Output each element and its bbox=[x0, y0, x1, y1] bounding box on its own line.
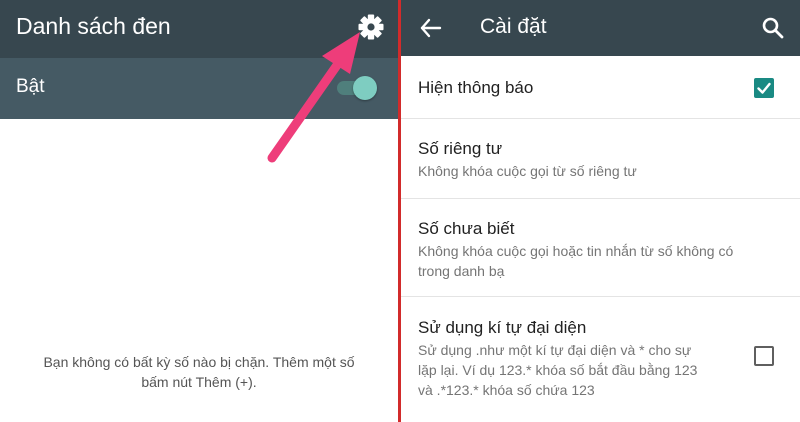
search-icon bbox=[762, 17, 784, 39]
settings-toolbar: Cài đặt bbox=[401, 0, 800, 56]
setting-subtitle: Không khóa cuộc gọi từ số riêng tư bbox=[418, 161, 637, 181]
setting-title: Số riêng tư bbox=[418, 139, 503, 158]
pointer-arrow-icon bbox=[267, 32, 360, 163]
search-button[interactable] bbox=[759, 14, 787, 42]
settings-title: Cài đặt bbox=[480, 15, 547, 38]
subtitle-line: Sử dụng .như một kí tự đại diện và * cho… bbox=[418, 342, 692, 358]
blacklist-title: Danh sách đen bbox=[16, 13, 171, 39]
setting-title: Sử dụng kí tự đại diện bbox=[418, 318, 587, 337]
setting-private-numbers[interactable]: Số riêng tư Không khóa cuộc gọi từ số ri… bbox=[401, 119, 800, 199]
setting-subtitle: Không khóa cuộc gọi hoặc tin nhắn từ số … bbox=[418, 241, 733, 281]
switch-label: Bật bbox=[16, 76, 45, 97]
subtitle-line: Không khóa cuộc gọi hoặc tin nhắn từ số … bbox=[418, 243, 734, 259]
wildcards-checkbox[interactable] bbox=[754, 346, 774, 366]
setting-title: Hiện thông báo bbox=[418, 78, 534, 97]
show-notification-checkbox[interactable] bbox=[754, 78, 774, 98]
empty-message-line: Bạn không có bất kỳ số nào bị chặn. Thêm… bbox=[43, 354, 355, 370]
subtitle-line: và .*123.* khóa số chứa 123 bbox=[418, 382, 595, 398]
back-button[interactable] bbox=[417, 14, 445, 42]
settings-screen: Cài đặt Hiện thông báo Số riêng tư Không… bbox=[401, 0, 800, 422]
setting-unknown-numbers[interactable]: Số chưa biết Không khóa cuộc gọi hoặc ti… bbox=[401, 199, 800, 297]
subtitle-line: Không khóa cuộc gọi từ số riêng tư bbox=[418, 163, 637, 179]
blacklist-screen: Danh sách đen Bật Bạn không có bất kỳ số… bbox=[0, 0, 398, 422]
setting-subtitle: Sử dụng .như một kí tự đại diện và * cho… bbox=[418, 340, 738, 400]
subtitle-line: lặp lại. Ví dụ 123.* khóa số bắt đầu bằn… bbox=[418, 362, 698, 378]
empty-list-message: Bạn không có bất kỳ số nào bị chặn. Thêm… bbox=[10, 352, 388, 392]
setting-title: Số chưa biết bbox=[418, 219, 515, 238]
setting-show-notification[interactable]: Hiện thông báo bbox=[401, 56, 800, 119]
subtitle-line: trong danh bạ bbox=[418, 263, 505, 279]
arrow-left-icon bbox=[420, 18, 442, 38]
setting-wildcards[interactable]: Sử dụng kí tự đại diện Sử dụng .như một … bbox=[401, 297, 800, 422]
empty-message-line: bấm nút Thêm (+). bbox=[141, 374, 257, 390]
checkmark-icon bbox=[757, 82, 771, 94]
